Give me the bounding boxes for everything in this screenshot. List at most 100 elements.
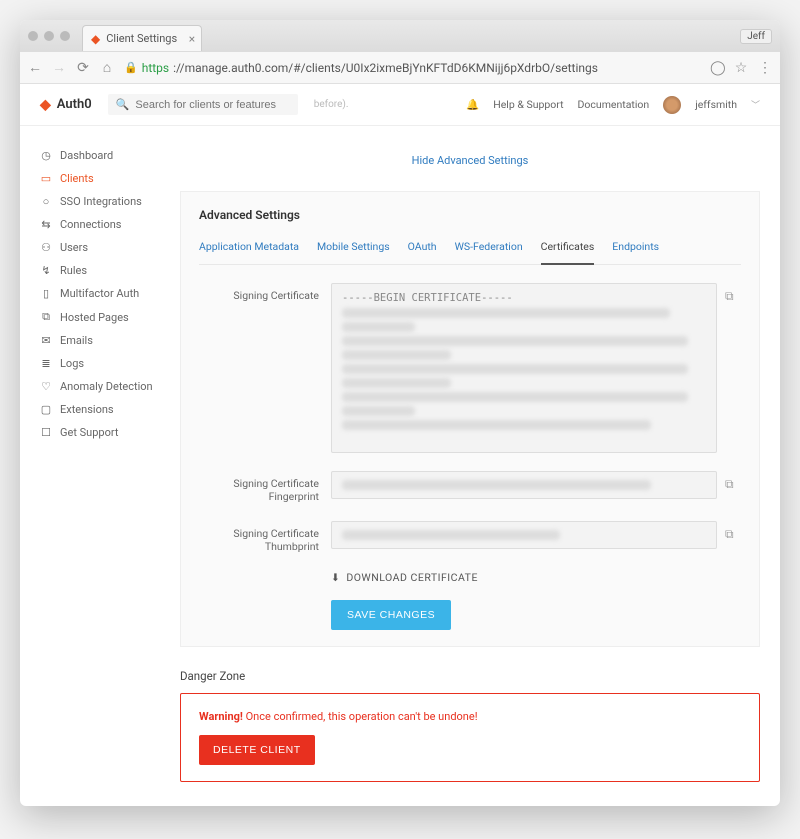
sidebar-item-rules[interactable]: ↯Rules [40,259,180,282]
browser-tab-bar: ◆ Client Settings × Jeff [20,20,780,52]
warning-strong: Warning! [199,710,243,723]
sidebar-item-label: Rules [60,264,87,277]
sidebar-item-label: Clients [60,172,94,185]
sidebar-icon: ♡ [40,380,52,393]
app-root: ◆ Auth0 🔍 before). 🔔 Help & Support Docu… [20,84,780,806]
sidebar-icon: ○ [40,195,52,208]
download-cert-label: DOWNLOAD CERTIFICATE [346,571,478,584]
tab-close-icon[interactable]: × [189,32,195,46]
cert-begin-line: -----BEGIN CERTIFICATE----- [342,292,706,304]
browser-tab[interactable]: ◆ Client Settings × [82,25,202,51]
copy-cert-icon[interactable]: ⧉ [725,283,741,304]
sidebar-item-label: Anomaly Detection [60,380,153,393]
save-changes-button[interactable]: SAVE CHANGES [331,600,451,630]
auth0-favicon-icon: ◆ [91,32,100,46]
thumbprint-row: Signing Certificate Thumbprint ⧉ [199,521,741,553]
sidebar-icon: ⚇ [40,241,52,254]
sidebar-item-label: Logs [60,357,84,370]
sidebar-item-extensions[interactable]: ▢ Extensions [40,398,180,421]
signing-cert-textarea[interactable]: -----BEGIN CERTIFICATE----- [331,283,717,453]
app-header: ◆ Auth0 🔍 before). 🔔 Help & Support Docu… [20,84,780,126]
sidebar-icon: ≣ [40,357,52,370]
sidebar-icon: ⇆ [40,218,52,231]
tab-certificates[interactable]: Certificates [541,234,595,265]
url-path: ://manage.auth0.com/#/clients/U0Ix2ixmeB… [173,61,598,75]
fingerprint-label: Signing Certificate Fingerprint [199,471,319,503]
tab-mobile-settings[interactable]: Mobile Settings [317,234,390,264]
docs-link[interactable]: Documentation [578,98,650,111]
sidebar-item-label: Emails [60,334,93,347]
tab-ws-federation[interactable]: WS-Federation [455,234,523,264]
star-icon[interactable]: ☆ [734,60,748,76]
reload-icon[interactable]: ⟳ [76,60,90,76]
sidebar-item-label: Get Support [60,426,118,439]
delete-client-button[interactable]: DELETE CLIENT [199,735,315,765]
sidebar-item-clients[interactable]: ▭Clients [40,167,180,190]
sidebar-icon: ▢ [40,403,52,416]
header-right: 🔔 Help & Support Documentation jeffsmith… [466,96,760,114]
zoom-dot-icon[interactable] [60,31,70,41]
fingerprint-input[interactable] [331,471,717,499]
forward-icon: → [52,59,66,76]
danger-zone-title: Danger Zone [180,647,760,693]
sidebar-item-sso-integrations[interactable]: ○ SSO Integrations [40,190,180,213]
lock-icon: 🔒 [124,61,138,74]
window-controls[interactable] [28,31,70,41]
auth0-logo-icon: ◆ [40,97,51,113]
tab-endpoints[interactable]: Endpoints [612,234,659,264]
copy-fingerprint-icon[interactable]: ⧉ [725,471,741,492]
browser-tab-title: Client Settings [106,32,177,45]
main-content: Hide Advanced Settings Advanced Settings… [180,126,780,806]
sidebar-item-label: Multifactor Auth [60,287,139,300]
auth0-logo[interactable]: ◆ Auth0 [40,97,92,113]
username-label: jeffsmith [695,98,737,111]
signing-cert-row: Signing Certificate -----BEGIN CERTIFICA… [199,283,741,453]
sidebar-item-users[interactable]: ⚇ Users [40,236,180,259]
copy-thumbprint-icon[interactable]: ⧉ [725,521,741,542]
search-input[interactable] [135,99,289,111]
back-icon[interactable]: ← [28,59,42,76]
sidebar-item-logs[interactable]: ≣ Logs [40,352,180,375]
avatar[interactable] [663,96,681,114]
browser-window: ◆ Client Settings × Jeff ← → ⟳ ⌂ 🔒 https… [20,20,780,806]
home-icon[interactable]: ⌂ [100,59,114,76]
sidebar-item-connections[interactable]: ⇆Connections [40,213,180,236]
advanced-settings-card: Advanced Settings Application Metadata Mo… [180,191,760,647]
close-dot-icon[interactable] [28,31,38,41]
sidebar-item-label: Dashboard [60,149,113,162]
sidebar-item-hosted-pages[interactable]: ⧉Hosted Pages [40,305,180,329]
menu-icon[interactable]: ⋮ [758,60,772,76]
signing-cert-label: Signing Certificate [199,283,319,302]
sidebar-icon: ◷ [40,149,52,162]
sidebar-icon: ☐ [40,426,52,439]
sidebar-item-dashboard[interactable]: ◷ Dashboard [40,144,180,167]
minimize-dot-icon[interactable] [44,31,54,41]
sidebar-icon: ✉ [40,334,52,347]
chevron-down-icon[interactable]: ﹀ [751,98,760,111]
chrome-profile-button[interactable]: Jeff [740,29,772,44]
url-scheme: https [142,61,169,75]
sidebar-item-emails[interactable]: ✉ Emails [40,329,180,352]
sidebar-item-label: Users [60,241,88,254]
sidebar-item-label: SSO Integrations [60,195,142,208]
help-link[interactable]: Help & Support [493,98,563,111]
card-title: Advanced Settings [199,208,741,234]
download-icon: ⬇ [331,571,340,584]
sidebar-item-multifactor-auth[interactable]: ▯Multifactor Auth [40,282,180,305]
address-bar[interactable]: 🔒 https ://manage.auth0.com/#/clients/U0I… [124,61,700,75]
info-icon[interactable]: ◯ [710,60,724,76]
thumbprint-input[interactable] [331,521,717,549]
search-icon: 🔍 [116,98,130,111]
search-field[interactable]: 🔍 [108,94,298,115]
auth0-logo-text: Auth0 [57,97,92,112]
hide-advanced-link[interactable]: Hide Advanced Settings [180,126,760,191]
sidebar-item-anomaly-detection[interactable]: ♡ Anomaly Detection [40,375,180,398]
sidebar-item-label: Extensions [60,403,114,416]
app-body: ◷ Dashboard ▭Clients ○ SSO Integrations ⇆Conn… [20,126,780,806]
tab-oauth[interactable]: OAuth [408,234,437,264]
bell-icon[interactable]: 🔔 [466,98,479,111]
tab-application-metadata[interactable]: Application Metadata [199,234,299,264]
download-certificate-button[interactable]: ⬇ DOWNLOAD CERTIFICATE [331,571,741,584]
fingerprint-row: Signing Certificate Fingerprint ⧉ [199,471,741,503]
sidebar-item-get-support[interactable]: ☐ Get Support [40,421,180,444]
